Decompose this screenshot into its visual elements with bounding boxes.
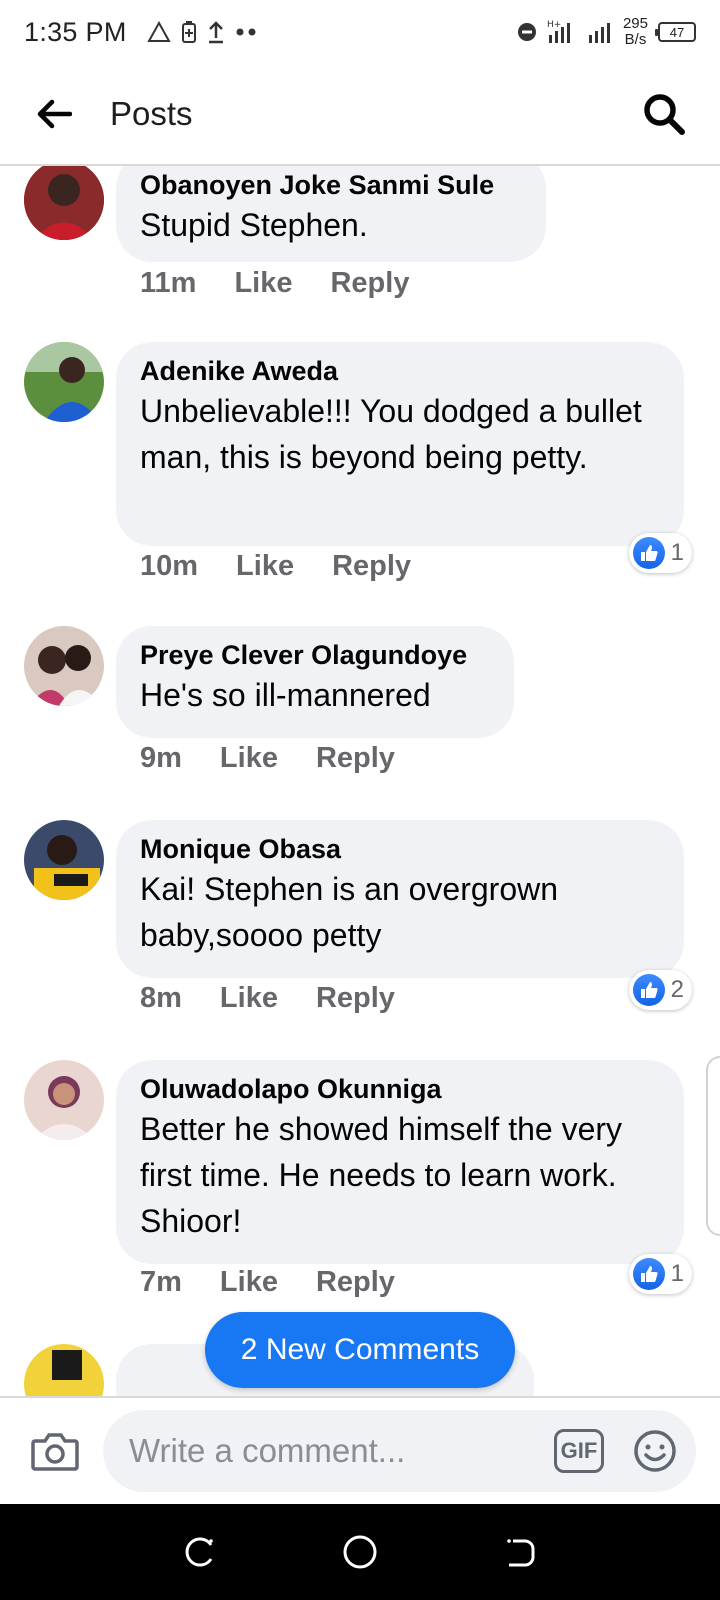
comment-text: Kai! Stephen is an overgrown baby,soooo … bbox=[140, 871, 559, 953]
upload-icon bbox=[208, 21, 223, 44]
comment-bubble[interactable]: Adenike Aweda Unbelievable!!! You dodged… bbox=[116, 342, 684, 546]
avatar[interactable] bbox=[24, 626, 104, 706]
avatar-image bbox=[24, 820, 104, 900]
avatar-image bbox=[24, 1344, 104, 1396]
comments-list[interactable]: Obanoyen Joke Sanmi Sule Stupid Stephen.… bbox=[0, 166, 720, 1396]
avatar-image bbox=[24, 166, 104, 240]
reply-button[interactable]: Reply bbox=[316, 982, 395, 1015]
new-comments-button[interactable]: 2 New Comments bbox=[205, 1312, 515, 1388]
comment-composer: GIF bbox=[0, 1396, 720, 1504]
comment-time[interactable]: 8m bbox=[140, 982, 182, 1015]
avatar[interactable] bbox=[24, 342, 104, 422]
avatar-image bbox=[24, 1060, 104, 1140]
comment-author[interactable]: Obanoyen Joke Sanmi Sule bbox=[140, 168, 522, 202]
reaction-count-value: 1 bbox=[670, 1260, 684, 1287]
reply-button[interactable]: Reply bbox=[316, 742, 395, 775]
like-reaction-icon bbox=[632, 974, 665, 1006]
back-nav-icon bbox=[507, 1539, 535, 1567]
battery-indicator: 47 bbox=[655, 22, 696, 42]
status-left: 1:35 PM bbox=[24, 17, 257, 48]
app-bar: Posts bbox=[0, 64, 720, 166]
do-not-disturb-icon bbox=[517, 23, 536, 41]
comment-time[interactable]: 11m bbox=[140, 267, 196, 300]
back-button[interactable] bbox=[24, 82, 88, 146]
back-arrow-icon bbox=[37, 99, 72, 129]
like-button[interactable]: Like bbox=[236, 550, 294, 583]
home-icon bbox=[343, 1535, 377, 1569]
like-button[interactable]: Like bbox=[220, 742, 278, 775]
signal-icon bbox=[588, 23, 610, 43]
page-title: Posts bbox=[110, 95, 193, 132]
emoji-button[interactable] bbox=[632, 1428, 678, 1474]
avatar[interactable] bbox=[24, 1060, 104, 1140]
comment-input-container[interactable]: GIF bbox=[103, 1410, 696, 1492]
reaction-count[interactable]: 1 bbox=[628, 533, 692, 573]
like-button[interactable]: Like bbox=[220, 1266, 278, 1299]
comment-author[interactable]: Preye Clever Olagundoye bbox=[140, 638, 490, 672]
reaction-count[interactable]: 1 bbox=[628, 1254, 692, 1294]
comment-actions: 10m Like Reply bbox=[140, 550, 411, 583]
reply-button[interactable]: Reply bbox=[316, 1266, 395, 1299]
status-bar: 1:35 PM H+ 295 B/s 47 bbox=[0, 0, 720, 64]
network-speed-unit: B/s bbox=[624, 31, 647, 48]
network-speed-value: 295 bbox=[622, 15, 648, 32]
avatar-image bbox=[24, 626, 104, 706]
comment-author[interactable]: Adenike Aweda bbox=[140, 354, 660, 388]
comment-actions: 8m Like Reply bbox=[140, 982, 395, 1015]
gif-button[interactable]: GIF bbox=[554, 1429, 604, 1473]
warning-icon bbox=[146, 21, 171, 42]
reply-button[interactable]: Reply bbox=[332, 550, 411, 583]
emoji-icon bbox=[634, 1430, 676, 1472]
reaction-count-value: 1 bbox=[670, 539, 684, 566]
like-button[interactable]: Like bbox=[234, 267, 292, 300]
recents-icon bbox=[185, 1537, 213, 1567]
status-icons bbox=[146, 20, 257, 44]
comment-text: He's so ill-mannered bbox=[140, 677, 431, 713]
comment-input[interactable] bbox=[129, 1432, 554, 1470]
avatar[interactable] bbox=[24, 1344, 104, 1396]
comment-actions: 7m Like Reply bbox=[140, 1266, 395, 1299]
like-reaction-icon bbox=[632, 537, 665, 569]
avatar[interactable] bbox=[24, 166, 104, 240]
comment-author[interactable]: Oluwadolapo Okunniga bbox=[140, 1072, 660, 1106]
comment-author[interactable]: Monique Obasa bbox=[140, 832, 660, 866]
comment-bubble[interactable]: Obanoyen Joke Sanmi Sule Stupid Stephen. bbox=[116, 166, 546, 262]
scroll-handle[interactable] bbox=[706, 1056, 720, 1236]
comment-text: Unbelievable!!! You dodged a bullet man,… bbox=[140, 393, 642, 475]
comment-text: Stupid Stephen. bbox=[140, 207, 368, 243]
comment-actions: 9m Like Reply bbox=[140, 742, 395, 775]
more-dots-icon bbox=[236, 28, 256, 36]
back-nav-button[interactable] bbox=[490, 1522, 550, 1582]
comment-time[interactable]: 10m bbox=[140, 550, 198, 583]
comment-time[interactable]: 9m bbox=[140, 742, 182, 775]
recents-button[interactable] bbox=[170, 1522, 230, 1582]
comment-bubble[interactable]: Oluwadolapo Okunniga Better he showed hi… bbox=[116, 1060, 684, 1264]
camera-icon bbox=[30, 1433, 79, 1471]
reply-button[interactable]: Reply bbox=[330, 267, 409, 300]
svg-text:H+: H+ bbox=[547, 20, 561, 30]
home-button[interactable] bbox=[330, 1522, 390, 1582]
comment-text: Better he showed himself the very first … bbox=[140, 1111, 623, 1239]
comment-bubble[interactable]: Monique Obasa Kai! Stephen is an overgro… bbox=[116, 820, 684, 978]
status-time: 1:35 PM bbox=[24, 16, 127, 47]
network-speed: 295 B/s bbox=[623, 16, 648, 48]
search-icon bbox=[644, 94, 685, 135]
signal-h-plus-icon: H+ bbox=[547, 20, 570, 43]
like-button[interactable]: Like bbox=[220, 982, 278, 1015]
reaction-count[interactable]: 2 bbox=[628, 970, 692, 1010]
battery-saver-icon bbox=[181, 21, 196, 43]
avatar-image bbox=[24, 342, 104, 422]
system-nav-bar bbox=[0, 1504, 720, 1600]
avatar[interactable] bbox=[24, 820, 104, 900]
search-button[interactable] bbox=[632, 82, 696, 146]
camera-button[interactable] bbox=[24, 1419, 85, 1483]
reaction-count-value: 2 bbox=[670, 976, 684, 1003]
comment-actions: 11m Like Reply bbox=[140, 267, 409, 300]
comment-bubble[interactable]: Preye Clever Olagundoye He's so ill-mann… bbox=[116, 626, 514, 738]
comment-time[interactable]: 7m bbox=[140, 1266, 182, 1299]
like-reaction-icon bbox=[632, 1258, 665, 1290]
status-right: H+ 295 B/s 47 bbox=[517, 16, 696, 48]
